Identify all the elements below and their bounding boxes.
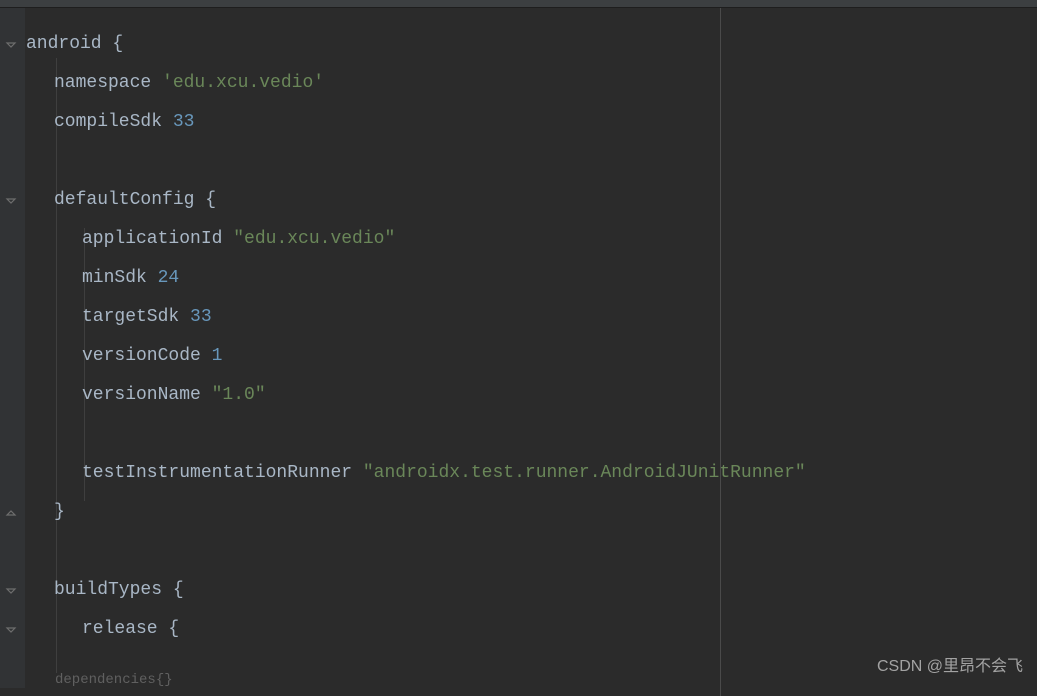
code-line[interactable]: buildTypes { xyxy=(26,571,1037,610)
fold-open-icon[interactable] xyxy=(4,584,18,598)
right-margin-line xyxy=(720,8,721,696)
code-line[interactable]: namespace 'edu.xcu.vedio' xyxy=(26,64,1037,103)
token-kw: release xyxy=(82,619,158,639)
gutter xyxy=(0,8,26,688)
editor-container: android {namespace 'edu.xcu.vedio'compil… xyxy=(0,8,1037,688)
fold-open-icon[interactable] xyxy=(4,623,18,637)
token-punct: { xyxy=(102,34,124,54)
code-line[interactable]: versionName "1.0" xyxy=(26,376,1037,415)
token-kw: buildTypes xyxy=(54,580,162,600)
code-line[interactable] xyxy=(26,142,1037,181)
code-line[interactable]: } xyxy=(26,493,1037,532)
token-kw: applicationId xyxy=(82,229,233,249)
dependencies-hint: dependencies{} xyxy=(55,672,173,688)
token-str: "androidx.test.runner.AndroidJUnitRunner… xyxy=(363,463,806,483)
token-punct: { xyxy=(162,580,184,600)
token-punct: } xyxy=(54,502,65,522)
token-num: 24 xyxy=(158,268,180,288)
token-kw: targetSdk xyxy=(82,307,190,327)
token-punct: { xyxy=(194,190,216,210)
token-kw: minSdk xyxy=(82,268,158,288)
token-kw: android xyxy=(26,34,102,54)
token-kw: namespace xyxy=(54,73,162,93)
fold-open-icon[interactable] xyxy=(4,38,18,52)
editor-top-border xyxy=(0,0,1037,8)
code-line[interactable] xyxy=(26,415,1037,454)
code-line[interactable]: defaultConfig { xyxy=(26,181,1037,220)
token-kw: defaultConfig xyxy=(54,190,194,210)
watermark: CSDN @里昂不会飞 xyxy=(877,652,1023,676)
code-line[interactable] xyxy=(26,532,1037,571)
fold-close-icon[interactable] xyxy=(4,506,18,520)
code-line[interactable]: compileSdk 33 xyxy=(26,103,1037,142)
token-num: 33 xyxy=(190,307,212,327)
token-str: 'edu.xcu.vedio' xyxy=(162,73,324,93)
token-kw: versionCode xyxy=(82,346,212,366)
token-num: 1 xyxy=(212,346,223,366)
code-line[interactable]: targetSdk 33 xyxy=(26,298,1037,337)
fold-open-icon[interactable] xyxy=(4,194,18,208)
code-line[interactable]: testInstrumentationRunner "androidx.test… xyxy=(26,454,1037,493)
code-line[interactable]: minSdk 24 xyxy=(26,259,1037,298)
code-line[interactable]: applicationId "edu.xcu.vedio" xyxy=(26,220,1037,259)
token-punct: { xyxy=(158,619,180,639)
code-line[interactable]: release { xyxy=(26,610,1037,649)
token-kw: compileSdk xyxy=(54,112,173,132)
token-kw: versionName xyxy=(82,385,212,405)
code-line[interactable]: versionCode 1 xyxy=(26,337,1037,376)
token-str: "edu.xcu.vedio" xyxy=(233,229,395,249)
token-kw: testInstrumentationRunner xyxy=(82,463,363,483)
code-area[interactable]: android {namespace 'edu.xcu.vedio'compil… xyxy=(26,8,1037,688)
code-line[interactable]: android { xyxy=(26,25,1037,64)
token-str: "1.0" xyxy=(212,385,266,405)
token-num: 33 xyxy=(173,112,195,132)
